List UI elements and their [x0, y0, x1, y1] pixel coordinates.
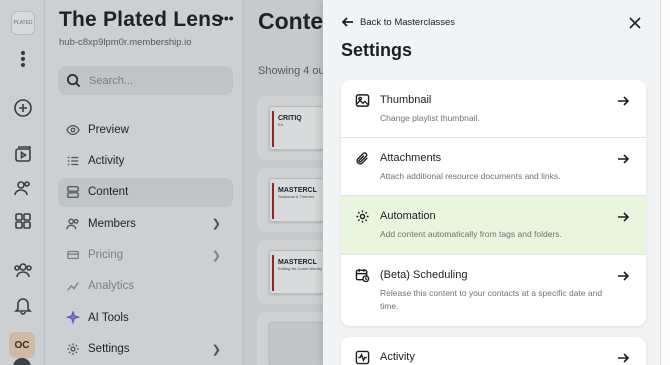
settings-row-attachments[interactable]: Attachments Attach additional resource d…: [341, 138, 646, 196]
modal-backdrop[interactable]: [0, 0, 323, 365]
settings-row-activity[interactable]: Activity: [341, 337, 646, 365]
row-title: Thumbnail: [380, 94, 432, 106]
settings-row-automation[interactable]: Automation Add content automatically fro…: [341, 196, 646, 255]
row-description: Add content automatically from tags and …: [380, 229, 562, 239]
arrow-left-icon: [342, 17, 353, 27]
arrow-right-icon: [617, 269, 630, 281]
arrow-right-icon: [617, 351, 630, 363]
waveform-icon: [355, 350, 370, 365]
image-icon: [355, 93, 370, 108]
arrow-right-icon: [617, 152, 630, 164]
arrow-right-icon: [617, 94, 630, 106]
back-button[interactable]: Back to Masterclasses: [342, 16, 455, 28]
settings-row-scheduling[interactable]: (Beta) Scheduling Release this content t…: [341, 255, 646, 326]
window-edge: [660, 0, 670, 365]
settings-panel: Back to Masterclasses Settings Thumbnail…: [323, 0, 660, 365]
row-description: Attach additional resource documents and…: [380, 171, 561, 181]
calendar-clock-icon: [355, 268, 370, 283]
panel-title: Settings: [341, 40, 413, 60]
row-title: Automation: [380, 210, 436, 222]
back-label: Back to Masterclasses: [360, 16, 456, 28]
close-button[interactable]: [629, 16, 641, 29]
row-title: Activity: [380, 351, 415, 363]
gear-icon: [355, 209, 370, 224]
arrow-right-icon: [617, 210, 630, 222]
row-description: Release this content to your contacts at…: [380, 288, 603, 311]
row-title: Attachments: [380, 152, 442, 164]
row-description: Change playlist thumbnail.: [380, 113, 480, 123]
settings-list: Thumbnail Change playlist thumbnail. Att…: [341, 80, 646, 326]
paperclip-icon: [355, 151, 370, 166]
settings-row-thumbnail[interactable]: Thumbnail Change playlist thumbnail.: [341, 80, 646, 138]
close-icon: [629, 17, 641, 29]
row-title: (Beta) Scheduling: [380, 269, 468, 281]
settings-list-secondary: Activity: [341, 337, 646, 365]
